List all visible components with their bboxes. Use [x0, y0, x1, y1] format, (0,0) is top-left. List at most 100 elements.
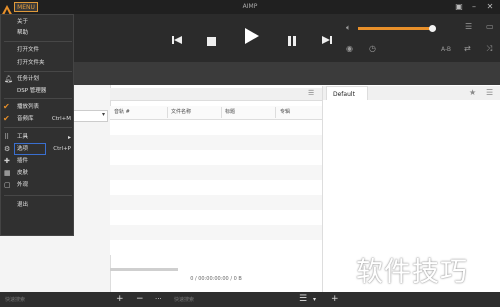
- column-separator: [221, 107, 222, 118]
- menu-separator: [4, 195, 72, 196]
- add-right-button[interactable]: +: [331, 293, 339, 306]
- pause-button[interactable]: [288, 31, 296, 50]
- chevron-right-icon: ▸: [67, 134, 71, 141]
- bell-icon: 🔔︎: [4, 75, 13, 83]
- menu-item-label: 音频库: [17, 116, 34, 122]
- menu-item-shortcut: Ctrl+P: [53, 146, 71, 152]
- playlist-tabs: [110, 88, 322, 101]
- playlist-row: [110, 225, 322, 240]
- menu-item-label: 皮肤: [17, 170, 29, 176]
- playlist-row: [110, 240, 322, 255]
- info-strip: [0, 62, 500, 85]
- skin-icon: ▦: [4, 169, 11, 177]
- check-icon: ✔: [3, 114, 10, 123]
- shuffle-icon[interactable]: ⤨: [486, 44, 492, 54]
- star-icon[interactable]: ★: [469, 88, 476, 97]
- playlist-row: [110, 150, 322, 165]
- menu-item-label: 外观: [17, 182, 29, 188]
- remove-button[interactable]: −: [136, 293, 144, 306]
- quick-search-right[interactable]: 快速搜索: [174, 296, 194, 303]
- menu-item-skins[interactable]: ▦ 皮肤: [1, 168, 75, 178]
- tools-icon: ⠿: [4, 133, 10, 141]
- more-button[interactable]: ···: [155, 293, 162, 306]
- menu-item-label: 打开文件夹: [17, 60, 45, 66]
- display-icon[interactable]: ▭: [486, 22, 494, 31]
- menu-separator: [4, 98, 72, 99]
- repeat-icon[interactable]: ⇄: [464, 44, 471, 53]
- menu-separator: [4, 127, 72, 128]
- playlist-row: [110, 165, 322, 180]
- playlist-row: [110, 135, 322, 150]
- menu-item-label: 任务计划: [17, 76, 40, 82]
- menu-item-scheduler[interactable]: 🔔︎ 任务计划: [1, 74, 75, 84]
- play-button[interactable]: [245, 28, 259, 48]
- prev-button[interactable]: [172, 30, 182, 49]
- menu-item-plugins[interactable]: ✚ 插件: [1, 156, 75, 166]
- column-separator: [275, 107, 276, 118]
- add-button[interactable]: +: [116, 293, 124, 306]
- bottom-bar: 快速搜索 + − ··· 快速搜索 ☰ ▾ +: [0, 292, 500, 307]
- tab-default[interactable]: Default: [326, 86, 368, 101]
- menu-item-shortcut: Ctrl+M: [51, 116, 71, 122]
- playlist-row: [110, 210, 322, 225]
- skin-icon[interactable]: ▣: [454, 2, 464, 12]
- playlist-row: [110, 195, 322, 210]
- main-menu: 关于 帮助 打开文件 打开文件夹 🔔︎ 任务计划 DSP 管理器 ✔ 播放列表 …: [0, 14, 74, 236]
- timer-icon[interactable]: ◷: [369, 44, 376, 53]
- column-album[interactable]: 专辑: [280, 107, 290, 117]
- watermark: 软件技巧: [356, 257, 468, 288]
- minimize-icon[interactable]: –: [469, 2, 479, 12]
- plugin-icon: ✚: [4, 157, 10, 165]
- equalizer-icon[interactable]: ☰: [465, 22, 472, 31]
- menu-item-playlist[interactable]: ✔ 播放列表: [1, 102, 75, 112]
- volume-fill: [358, 27, 433, 30]
- column-separator: [167, 107, 168, 118]
- check-icon: ✔: [3, 102, 10, 111]
- list-menu-icon[interactable]: ☰: [486, 88, 493, 97]
- column-title[interactable]: 标题: [225, 107, 235, 117]
- playlist-row: [110, 120, 322, 135]
- volume-icon[interactable]: 🔈︎: [346, 23, 351, 33]
- next-button[interactable]: [322, 30, 332, 49]
- menu-item-label: 退出: [17, 202, 29, 208]
- chevron-down-icon[interactable]: ▾: [313, 293, 316, 306]
- playlist-row: [110, 180, 322, 195]
- app-title: AIMP: [242, 3, 258, 10]
- ab-repeat-button[interactable]: A-B: [441, 46, 451, 53]
- menu-item-exit[interactable]: 退出: [1, 200, 75, 210]
- radio-icon[interactable]: ◉: [346, 44, 353, 53]
- menu-item-label: 工具: [17, 134, 29, 140]
- menu-item-help[interactable]: 帮助: [1, 28, 75, 38]
- menu-item-dsp-manager[interactable]: DSP 管理器: [1, 86, 75, 96]
- menu-item-options-row[interactable]: ⚙ 选项 Ctrl+P: [1, 144, 75, 154]
- menu-item-tools[interactable]: ⠿ 工具 ▸: [1, 132, 75, 142]
- menu-item-label: 选项: [17, 146, 29, 152]
- playlist-menu-icon[interactable]: ☰: [308, 89, 314, 97]
- column-track-number[interactable]: 音轨 #: [114, 107, 130, 117]
- menu-item-label: 播放列表: [17, 104, 40, 110]
- menu-item-label: DSP 管理器: [17, 88, 47, 94]
- menu-item-open-folder[interactable]: 打开文件夹: [1, 58, 75, 68]
- close-icon[interactable]: ✕: [485, 2, 495, 12]
- volume-knob[interactable]: [429, 25, 436, 32]
- list-options-icon[interactable]: ☰: [299, 293, 307, 306]
- chevron-down-icon: ▾: [101, 111, 105, 118]
- playlist-status: 0 / 00:00:00:00 / 0 B: [190, 276, 242, 282]
- playlist-scrollbar[interactable]: [110, 268, 178, 271]
- menu-item-label: 打开文件: [17, 47, 40, 53]
- quick-search-left[interactable]: 快速搜索: [5, 296, 25, 303]
- menu-separator: [4, 41, 72, 42]
- menu-item-music-library[interactable]: ✔ 音频库 Ctrl+M: [1, 114, 75, 124]
- playlist-column-headers: 音轨 # 文件名称 标题 专辑: [110, 106, 322, 120]
- menu-item-appearance[interactable]: ▢ 外观: [1, 180, 75, 190]
- menu-item-label: 插件: [17, 158, 29, 164]
- stop-button[interactable]: [207, 31, 216, 50]
- menu-separator: [4, 71, 72, 72]
- gear-icon: ⚙: [4, 145, 11, 153]
- menu-item-open-file[interactable]: 打开文件: [1, 45, 75, 55]
- column-file-name[interactable]: 文件名称: [171, 107, 191, 117]
- menu-item-label: 帮助: [17, 30, 29, 36]
- menu-item-about[interactable]: 关于: [1, 17, 75, 27]
- window-icon: ▢: [4, 181, 11, 189]
- menu-item-label: 关于: [17, 19, 29, 25]
